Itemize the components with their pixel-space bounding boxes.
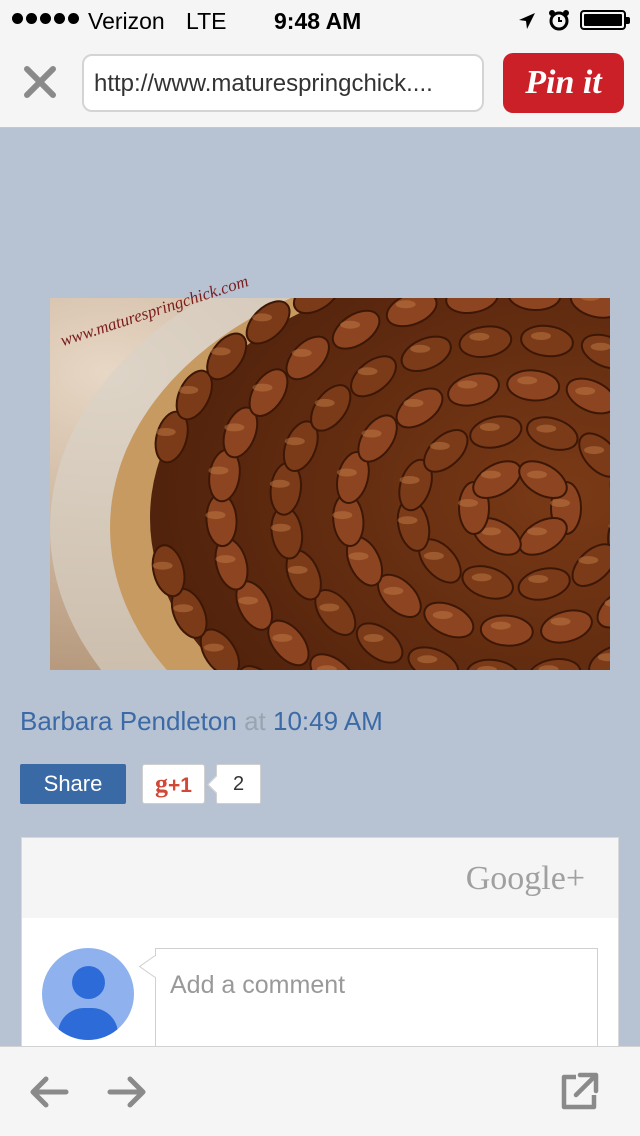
back-arrow-icon[interactable] [28, 1071, 70, 1113]
network-type: LTE [186, 8, 227, 34]
alarm-icon [548, 9, 570, 37]
share-out-icon[interactable] [558, 1071, 600, 1113]
pin-it-button[interactable]: Pin it [503, 53, 624, 113]
battery-icon [580, 10, 630, 30]
google-plus-comments-widget: Google+ Add a comment [21, 837, 619, 1068]
browser-bottom-bar [0, 1046, 640, 1136]
share-button[interactable]: Share [20, 764, 126, 804]
carrier-name: Verizon [88, 8, 165, 34]
signal-strength-icon [12, 13, 79, 24]
google-plus-one-button[interactable]: g+1 [142, 764, 205, 804]
location-arrow-icon [517, 10, 537, 37]
clock-time: 9:48 AM [274, 8, 362, 34]
gplus-one-label: +1 [168, 774, 192, 797]
author-link[interactable]: Barbara Pendleton [20, 706, 237, 736]
forward-arrow-icon[interactable] [106, 1071, 148, 1113]
gplus-count-badge: 2 [216, 764, 261, 804]
browser-toolbar: http://www.maturespringchick.... Pin it [0, 40, 640, 128]
status-bar: Verizon LTE 9:48 AM [0, 0, 640, 40]
google-plus-logo: Google+ [465, 860, 585, 897]
cut-off-text-line [22, 128, 562, 134]
pecan-pie-photo[interactable] [50, 298, 610, 670]
at-word: at [244, 706, 266, 736]
close-icon[interactable] [22, 64, 58, 100]
avatar [42, 948, 134, 1040]
post-byline: Barbara Pendleton at 10:49 AM [20, 706, 383, 737]
post-time-link[interactable]: 10:49 AM [273, 706, 383, 736]
url-field[interactable]: http://www.maturespringchick.... [82, 54, 484, 112]
gplus-g-label: g [155, 769, 169, 798]
